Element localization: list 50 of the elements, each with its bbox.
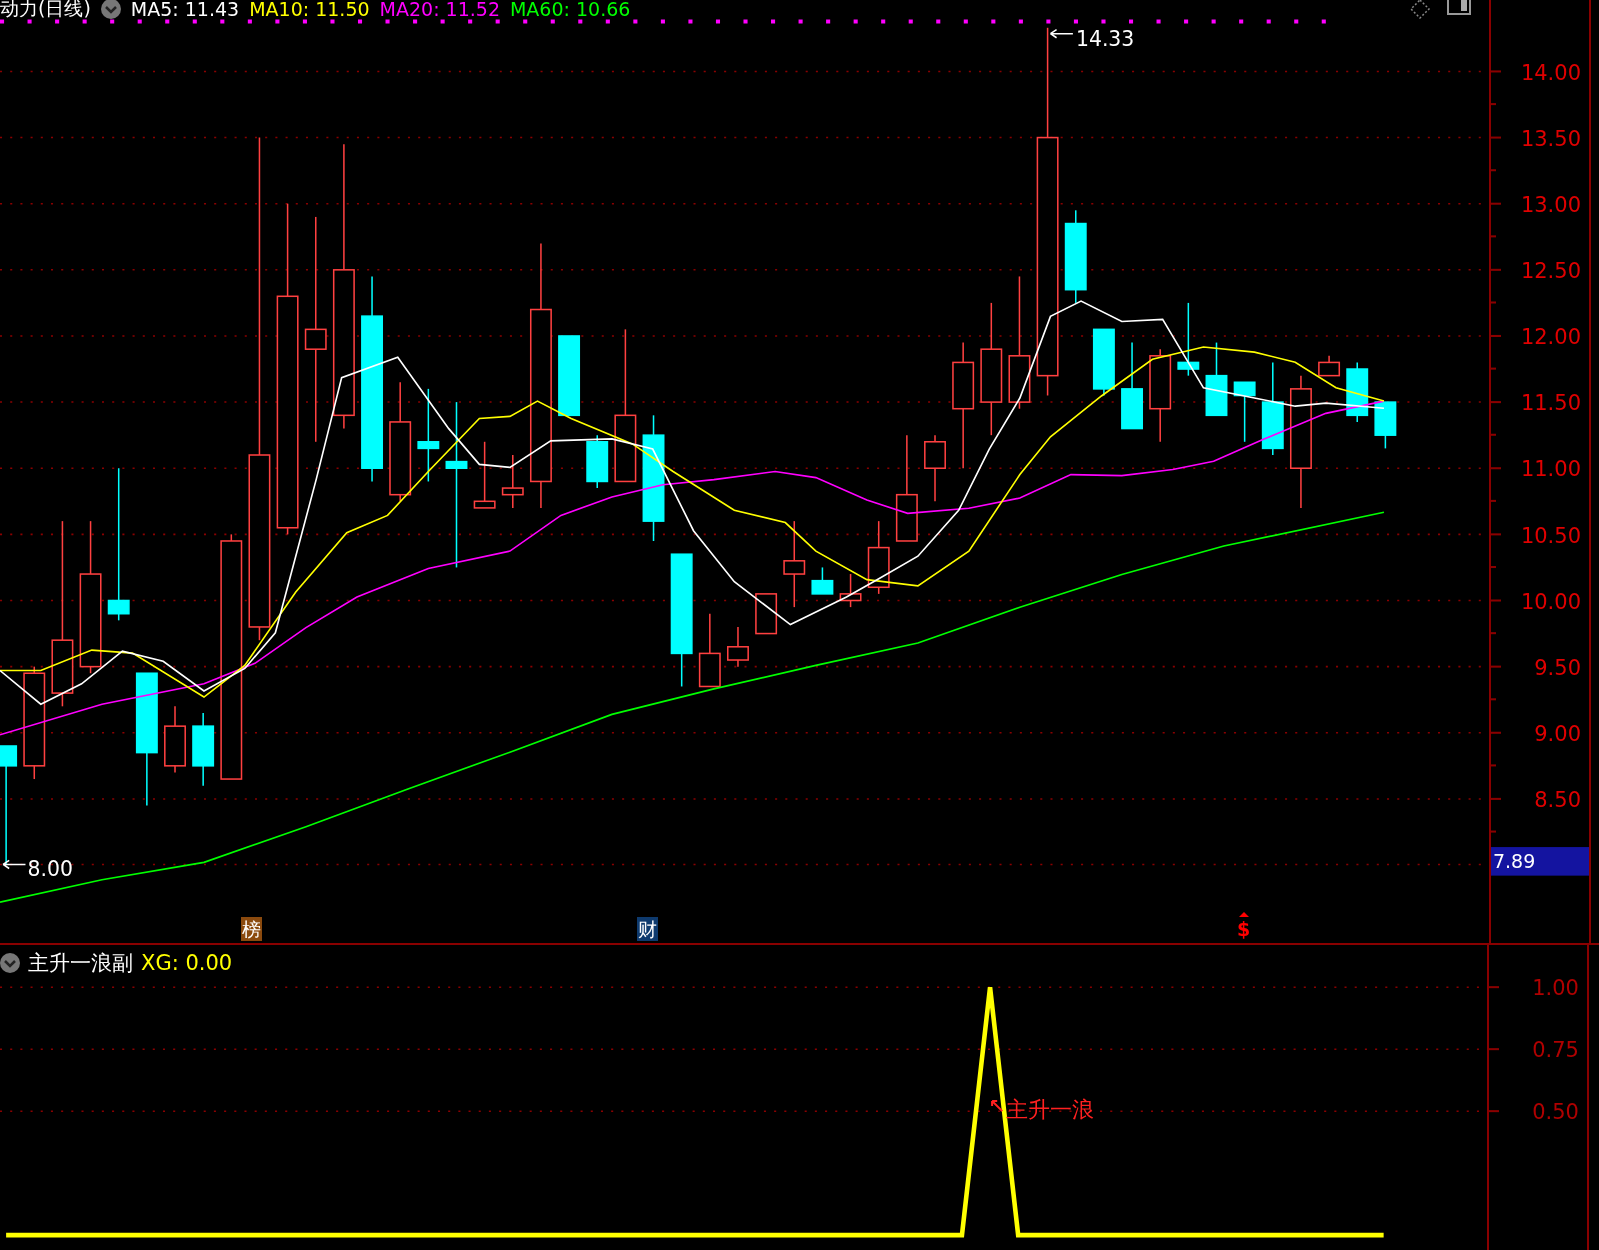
dollar-sign-marker: $	[1237, 917, 1251, 941]
dropdown-icon	[100, 0, 121, 19]
candlestick	[1374, 401, 1397, 450]
high-price-label: 14.33	[1075, 26, 1135, 51]
indicator-title: 主升一浪副	[28, 950, 133, 977]
candlestick	[924, 434, 946, 503]
axis-label: 13.00	[1520, 191, 1581, 217]
tag-label: 榜	[241, 917, 262, 941]
candlestick	[839, 573, 862, 608]
candlestick	[164, 705, 186, 774]
candlestick	[1318, 355, 1341, 377]
axis-label: 12.00	[1520, 323, 1581, 350]
axis-label: 8.50	[1534, 786, 1581, 813]
axis-label: 11.00	[1520, 456, 1581, 482]
candlestick	[811, 566, 834, 595]
candlestick	[473, 441, 496, 509]
axis-label: 12.50	[1520, 257, 1581, 284]
diamond-icon	[1409, 0, 1431, 20]
axis-label: 11.50	[1520, 390, 1581, 416]
axis-label: 0.75	[1532, 1037, 1579, 1063]
indicator-value: MA20: 11.52	[379, 0, 500, 20]
indicator-value: MA5: 11.43	[130, 0, 240, 20]
axis-label: 9.00	[1534, 720, 1581, 746]
axis-label: 13.50	[1520, 125, 1581, 151]
candlestick	[727, 626, 749, 668]
indicator-value: MA10: 11.50	[249, 0, 370, 20]
pointer-arrow	[2, 859, 27, 870]
axis-label: 10.00	[1520, 588, 1581, 614]
pointer-arrow	[991, 1099, 1004, 1113]
indicator-value: XG: 0.00	[141, 951, 233, 975]
axis-label: 1.00	[1532, 975, 1579, 1001]
last-price-tag: 7.89	[1491, 847, 1589, 876]
signal-label: 主升一浪	[1006, 1096, 1095, 1123]
indicator-value: MA60: 10.66	[509, 0, 631, 20]
caret-icon	[1239, 912, 1249, 917]
pointer-arrow	[1049, 28, 1074, 39]
panel-toggle-icon	[1447, 0, 1471, 16]
axis-label: 9.50	[1534, 654, 1581, 680]
axis-label: 14.00	[1520, 59, 1581, 85]
candlestick	[586, 434, 609, 489]
chart-title: 动力(日线)	[0, 0, 91, 21]
candlestick	[1233, 381, 1256, 443]
axis-label: 10.50	[1520, 522, 1581, 548]
candlestick	[501, 454, 524, 509]
low-price-label: 8.00	[27, 856, 73, 881]
candlestick	[1346, 361, 1369, 423]
tag-label: 财	[637, 917, 658, 941]
axis-label: 0.50	[1532, 1099, 1579, 1125]
candlestick	[755, 593, 778, 635]
dropdown-icon	[0, 953, 20, 973]
